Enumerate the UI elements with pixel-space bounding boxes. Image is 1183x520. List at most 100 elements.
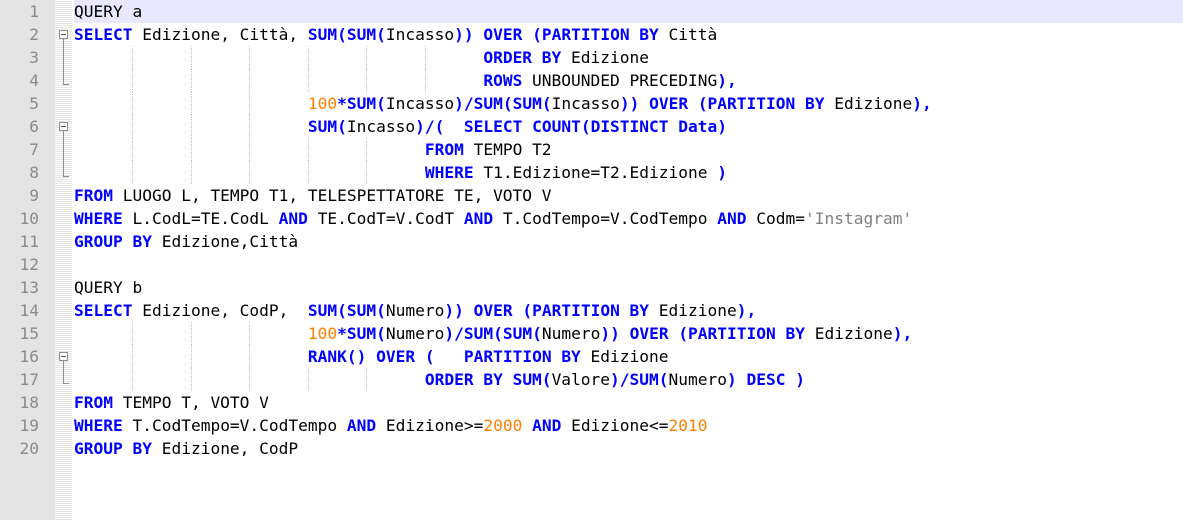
sql-text: Edizione [824, 94, 913, 113]
sql-keyword: )) [444, 301, 464, 320]
fold-collapse-icon[interactable] [59, 352, 68, 361]
sql-keyword: (PARTITION BY [532, 25, 659, 44]
indent-guide [366, 161, 368, 184]
line-number: 6 [29, 117, 39, 136]
sql-keyword: SUM(SUM( [307, 25, 386, 44]
sql-keyword: )) [619, 94, 640, 113]
code-line: FROM TEMPO T, VOTO V [74, 391, 1183, 414]
sql-text: QUERY a [74, 2, 143, 21]
indent-guide [424, 46, 426, 69]
indent-guide [132, 368, 134, 391]
line-number: 9 [29, 186, 39, 205]
line-number: 5 [29, 94, 39, 113]
indent-guide [190, 138, 192, 161]
sql-keyword: GROUP BY [74, 232, 152, 251]
sql-keyword: ) [727, 370, 737, 389]
line-number: 14 [19, 301, 40, 320]
sql-keyword: )) [600, 324, 620, 343]
indent-guide [249, 115, 251, 138]
line-number: 18 [19, 393, 40, 412]
indent-guide [132, 115, 134, 138]
sql-keyword: *SUM( [337, 94, 386, 113]
sql-keyword: GROUP BY [74, 439, 152, 458]
code-line: WHERE L.CodL=TE.CodL AND TE.CodT=V.CodT … [74, 207, 1183, 230]
fold-range-end [63, 383, 69, 384]
sql-text: Edizione [580, 347, 669, 366]
sql-text: Incasso [385, 94, 455, 113]
sql-number: 2010 [668, 416, 708, 435]
indent-guide [249, 69, 251, 92]
sql-keyword: ORDER BY SUM( [424, 370, 552, 389]
indent-guide [424, 69, 426, 92]
code-line: ORDER BY SUM(Valore)/SUM(Numero) DESC ) [74, 368, 1183, 391]
indent-guide [249, 138, 251, 161]
indent-guide [366, 46, 368, 69]
sql-keyword: OVER [473, 301, 513, 320]
sql-keyword: FROM [424, 140, 464, 159]
indent-guide [190, 161, 192, 184]
code-line: ORDER BY Edizione [74, 46, 1183, 69]
line-number: 2 [29, 25, 39, 44]
sql-text: Edizione<= [561, 416, 669, 435]
indent-guide [132, 46, 134, 69]
sql-keyword: ) [717, 163, 727, 182]
sql-number: 100 [307, 324, 338, 343]
sql-text: Numero [385, 324, 445, 343]
line-number: 10 [19, 209, 40, 228]
sql-keyword: )) [454, 25, 474, 44]
sql-keyword: WHERE [74, 416, 123, 435]
sql-keyword: (PARTITION BY [522, 301, 650, 320]
fold-collapse-icon[interactable] [59, 122, 68, 131]
fold-range-line [63, 39, 64, 84]
sql-text: Numero [668, 370, 728, 389]
sql-keyword: AND [463, 209, 494, 228]
line-number: 1 [29, 2, 39, 21]
sql-text: Edizione>= [376, 416, 484, 435]
indent-guide [132, 138, 134, 161]
line-number: 7 [29, 140, 39, 159]
code-line: SELECT Edizione, Città, SUM(SUM(Incasso)… [74, 23, 1183, 46]
sql-text: Città [658, 25, 718, 44]
code-line: RANK() OVER ( PARTITION BY Edizione [74, 345, 1183, 368]
sql-keyword: AND [346, 416, 377, 435]
indent-guide [249, 46, 251, 69]
sql-text: Valore [551, 370, 611, 389]
code-line: GROUP BY Edizione, CodP [74, 437, 1183, 460]
sql-string: 'Instagram' [805, 209, 913, 228]
sql-keyword: AND [278, 209, 308, 228]
fold-range-line [63, 361, 64, 383]
indent-guide [307, 46, 309, 69]
sql-text: Edizione, CodP, [132, 301, 308, 320]
line-number: 20 [19, 439, 40, 458]
line-number: 12 [19, 255, 40, 274]
line-number: 19 [19, 416, 40, 435]
line-number: 3 [29, 48, 39, 67]
code-line: QUERY b [74, 276, 1183, 299]
sql-keyword: )/SUM(SUM( [454, 94, 552, 113]
indent-guide [190, 69, 192, 92]
sql-keyword: OVER [483, 25, 523, 44]
sql-keyword: WHERE [424, 163, 474, 182]
line-number: 8 [29, 163, 39, 182]
fold-range-end [63, 84, 69, 85]
fold-margin [55, 0, 72, 520]
sql-text: TEMPO T2 [463, 140, 552, 159]
sql-keyword: FROM [74, 393, 113, 412]
fold-collapse-icon[interactable] [59, 30, 68, 39]
code-editor[interactable]: QUERY a SELECT Edizione, Città, SUM(SUM(I… [74, 0, 1183, 520]
sql-text: Edizione [805, 324, 893, 343]
sql-keyword: DESC ) [746, 370, 805, 389]
sql-keyword: )/( [415, 117, 445, 136]
sql-keyword: ORDER BY [483, 48, 562, 67]
sql-keyword: SUM( [307, 117, 347, 136]
sql-text: Edizione [561, 48, 650, 67]
sql-keyword: ), [717, 71, 737, 90]
sql-text: Numero [385, 301, 445, 320]
indent-guide [249, 322, 251, 345]
